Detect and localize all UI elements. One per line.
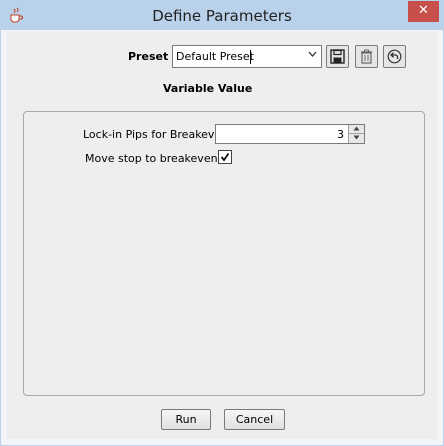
variable-value-header: Variable Value [163,82,253,95]
chevron-down-icon[interactable] [308,50,317,61]
cancel-button[interactable]: Cancel [224,409,285,430]
preset-dropdown[interactable]: Default Preset [172,45,322,68]
close-icon: ✕ [418,3,429,18]
spinner-down-button[interactable] [348,134,364,143]
undo-icon [387,49,402,64]
lock-in-pips-spinner[interactable]: 3 [215,124,365,144]
move-stop-checkbox[interactable] [218,150,232,164]
title-bar[interactable]: Define Parameters ✕ [1,1,443,30]
chevron-down-icon [353,135,360,140]
preset-selected-value: Default Preset [176,50,254,63]
dialog-window: Define Parameters ✕ Preset Default Prese… [0,0,444,446]
checkmark-icon [220,152,230,162]
text-caret [250,50,251,64]
lock-in-pips-label: Lock-in Pips for Breakeven [83,128,229,141]
run-button[interactable]: Run [161,409,211,430]
revert-preset-button[interactable] [383,45,406,68]
trash-icon [361,49,372,64]
lock-in-pips-value[interactable]: 3 [337,128,344,141]
delete-preset-button[interactable] [355,45,378,68]
close-button[interactable]: ✕ [408,1,439,22]
chevron-up-icon [353,126,360,131]
save-preset-button[interactable] [326,45,349,68]
save-icon [330,49,345,64]
move-stop-label: Move stop to breakeven? [85,152,224,165]
window-title: Define Parameters [152,7,292,25]
preset-label: Preset [128,50,169,63]
spinner-up-button[interactable] [348,125,364,134]
